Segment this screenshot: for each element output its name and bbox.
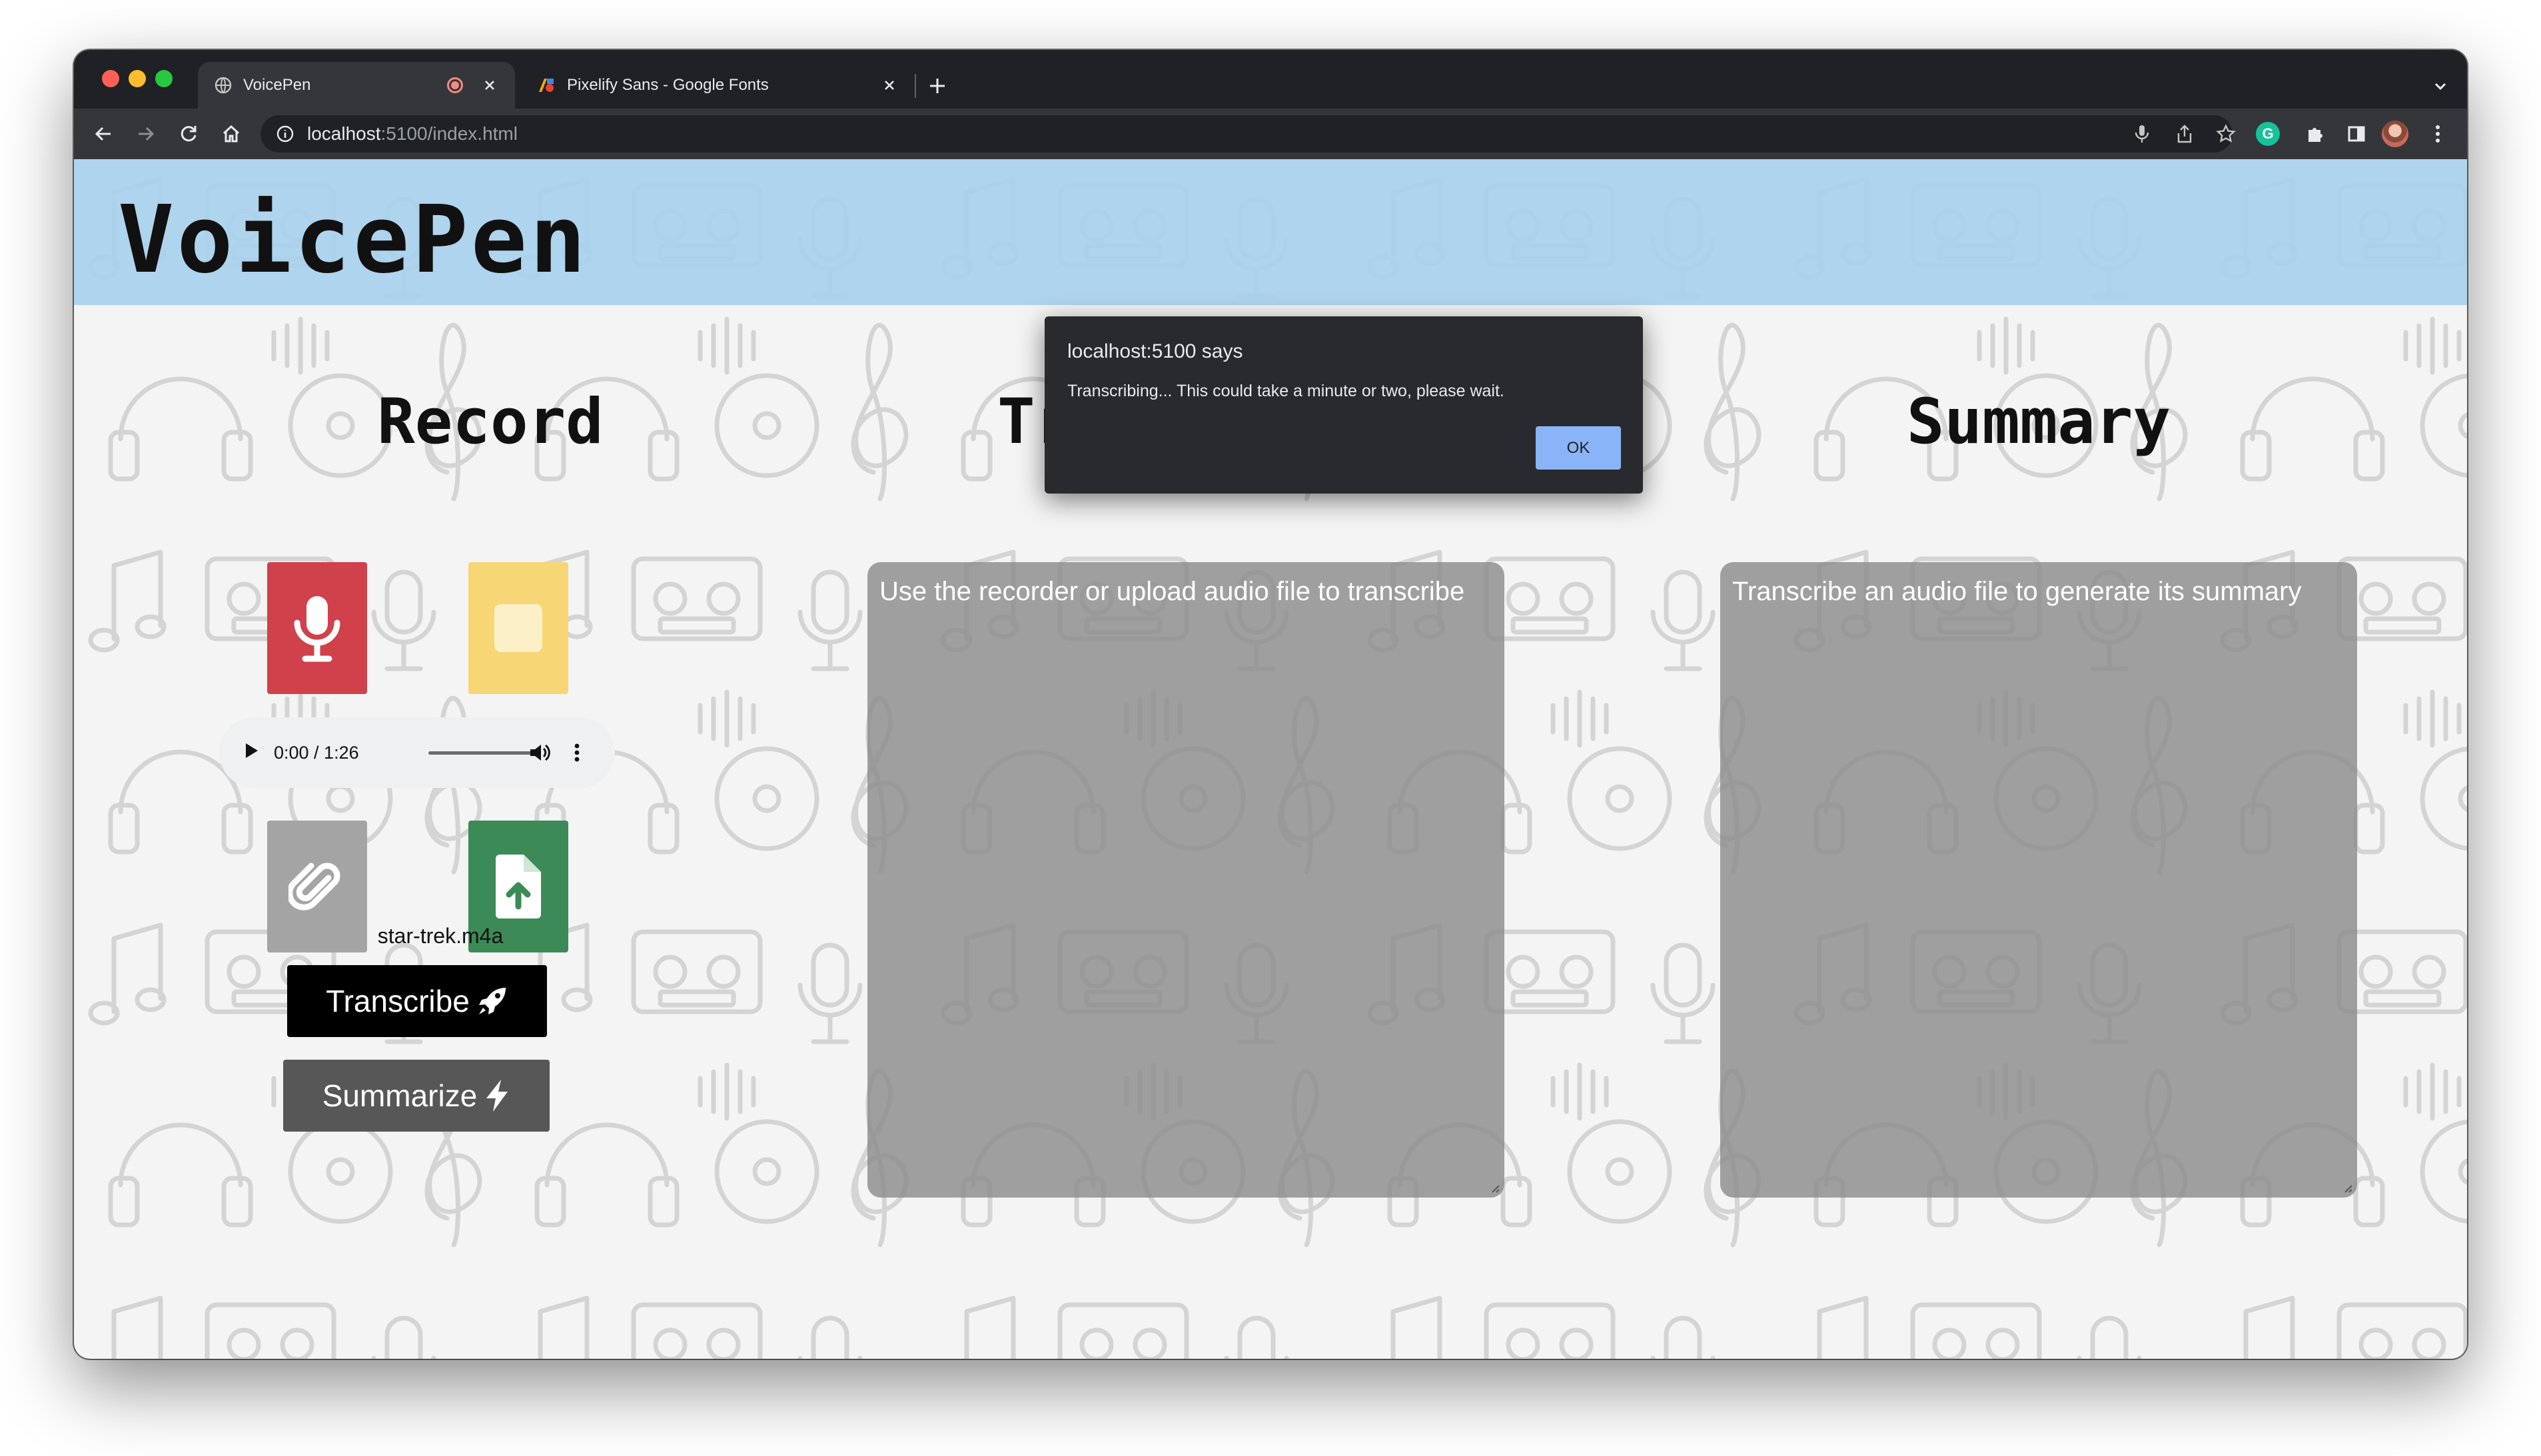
app-header: VoicePen [74,159,2467,305]
microphone-icon [294,596,340,662]
puzzle-icon[interactable] [2299,118,2331,150]
audio-seek-bar[interactable] [428,751,538,755]
summarize-button[interactable]: Summarize [283,1060,550,1132]
reload-icon[interactable] [173,118,205,150]
transcript-textarea[interactable]: Use the recorder or upload audio file to… [867,562,1504,1198]
globe-icon [214,76,233,95]
maximize-window-button[interactable] [155,70,173,87]
home-icon[interactable] [215,118,247,150]
volume-icon[interactable] [526,739,554,767]
menu-dots-icon[interactable] [2422,118,2454,150]
info-icon[interactable] [275,124,295,144]
minimize-window-button[interactable] [129,70,146,87]
microphone-icon[interactable] [2126,118,2158,150]
transcript-placeholder: Use the recorder or upload audio file to… [879,577,1465,606]
paperclip-icon [288,863,340,910]
record-button[interactable] [267,562,367,694]
tab-title: Pixelify Sans - Google Fonts [567,76,769,94]
bolt-icon [484,1078,510,1113]
record-heading: Record [377,386,604,458]
plus-icon[interactable] [921,70,953,102]
url-path: :5100/index.html [380,123,518,144]
audio-player[interactable]: 0:00 / 1:26 [219,717,615,788]
sidepanel-icon[interactable] [2340,118,2372,150]
address-bar[interactable]: localhost:5100/index.html [260,115,2236,153]
file-upload-icon [496,855,541,918]
browser-window: VoicePen Pixelify Sans - Google Fonts lo… [74,50,2467,1359]
audio-time: 0:00 / 1:26 [274,742,359,763]
recording-dot-icon [447,77,463,93]
transcribe-button[interactable]: Transcribe [287,965,547,1037]
summary-textarea[interactable]: Transcribe an audio file to generate its… [1720,562,2357,1198]
ok-button[interactable]: OK [1536,426,1621,470]
play-icon[interactable] [245,742,259,764]
close-window-button[interactable] [102,70,119,87]
tab-voicepen[interactable]: VoicePen [198,62,515,109]
browser-toolbar: localhost:5100/index.html G [74,109,2467,159]
page-viewport: VoicePen Record Transcript Summary 0:00 … [74,159,2467,1359]
grammarly-extension-icon[interactable]: G [2256,122,2280,146]
dialog-message: Transcribing... This could take a minute… [1067,382,1504,400]
tab-title: VoicePen [243,76,311,94]
alert-dialog: localhost:5100 says Transcribing... This… [1045,316,1643,494]
summary-placeholder: Transcribe an audio file to generate its… [1732,577,2302,606]
forward-icon[interactable] [130,118,162,150]
tab-strip: VoicePen Pixelify Sans - Google Fonts [74,50,2467,109]
resize-grip-icon[interactable] [1488,1182,1500,1194]
rocket-icon [476,985,508,1017]
resize-grip-icon[interactable] [2341,1182,2353,1194]
url-host: localhost [307,123,381,144]
stop-button[interactable] [468,562,568,694]
share-icon[interactable] [2169,118,2201,150]
avatar[interactable] [2382,121,2408,147]
dialog-title: localhost:5100 says [1067,340,1243,362]
stop-icon [494,604,542,652]
google-fonts-icon [538,76,556,95]
app-logo-title: VoicePen [118,186,589,294]
close-icon[interactable] [480,76,499,95]
tab-separator [915,74,916,98]
close-icon[interactable] [880,76,899,95]
selected-file-name: star-trek.m4a [377,924,504,948]
tab-google-fonts[interactable]: Pixelify Sans - Google Fonts [522,62,915,109]
chevron-down-icon[interactable] [2427,73,2454,99]
star-icon[interactable] [2210,118,2242,150]
transcribe-label: Transcribe [326,984,470,1018]
menu-dots-icon[interactable] [563,739,591,767]
summary-heading: Summary [1906,386,2171,458]
back-icon[interactable] [87,118,119,150]
summarize-label: Summarize [322,1078,478,1113]
